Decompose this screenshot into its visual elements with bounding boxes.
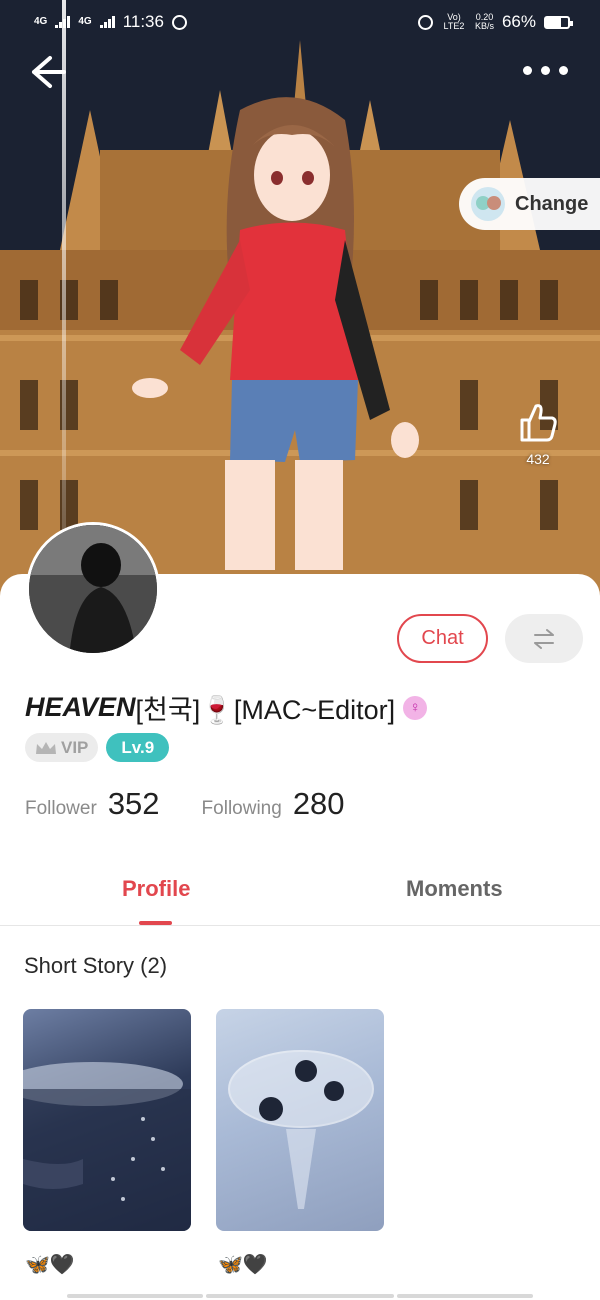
profile-background — [0, 0, 600, 610]
fountain-thumbnail — [23, 1062, 191, 1231]
whatsapp-icon — [171, 14, 187, 30]
name-primary: HEAVEN — [25, 692, 136, 722]
follower-label[interactable]: Follower — [25, 798, 97, 820]
change-background-button[interactable]: Change — [459, 178, 600, 230]
profile-name: HEAVEN [천국]🍷[MAC~Editor] ♀ — [25, 688, 428, 727]
more-options-icon[interactable] — [523, 66, 568, 75]
female-gender-icon: ♀ — [403, 695, 428, 720]
drink-glass-thumbnail — [228, 1050, 374, 1209]
swap-arrows-icon — [534, 628, 554, 649]
like-button[interactable]: 432 — [514, 400, 562, 467]
switch-button[interactable] — [505, 614, 583, 663]
battery-percent: 66% — [501, 12, 536, 31]
background-thumbnail-icon — [471, 187, 505, 221]
name-secondary: [천국]🍷[MAC~Editor] — [135, 695, 396, 725]
tab-moments[interactable]: Moments — [300, 862, 600, 925]
speed-unit: KB/s — [474, 21, 494, 31]
vip-label: VIP — [61, 737, 89, 757]
network-indicator-2: 4G — [78, 16, 92, 27]
short-story-card[interactable] — [216, 1009, 384, 1231]
following-count[interactable]: 280 — [293, 786, 345, 822]
story-caption: 🦋🖤 — [218, 1254, 268, 1276]
short-story-card[interactable] — [23, 1009, 191, 1231]
status-bar: 4G 4G 11:36 Vo) LTE2 0.20 KB/s 66% — [0, 0, 600, 44]
chat-button[interactable]: Chat — [397, 614, 488, 663]
badges-row: VIP Lv.9 — [25, 733, 170, 762]
clock: 11:36 — [122, 12, 164, 31]
signal-icon-2 — [99, 16, 115, 28]
like-count: 432 — [526, 451, 550, 467]
character-avatar[interactable] — [120, 90, 420, 570]
battery-icon — [544, 15, 573, 29]
thumbs-up-icon — [520, 404, 557, 442]
short-story-title: Short Story (2) — [24, 953, 168, 978]
scroll-indicator — [397, 1294, 533, 1298]
story-caption: 🦋🖤 — [25, 1254, 75, 1276]
network-speed: 0.20 KB/s — [475, 13, 494, 31]
vip-badge[interactable]: VIP — [25, 733, 99, 762]
follower-count[interactable]: 352 — [108, 786, 160, 822]
network-indicator-1: 4G — [34, 16, 48, 27]
scroll-indicator — [67, 1294, 203, 1298]
back-arrow-icon[interactable] — [28, 52, 68, 92]
profile-avatar[interactable] — [26, 522, 160, 656]
alarm-icon — [417, 14, 433, 30]
crown-icon — [36, 741, 56, 754]
follow-stats: Follower 352 Following 280 — [25, 786, 387, 822]
volte-indicator: Vo) LTE2 — [443, 12, 465, 31]
scroll-indicator — [206, 1294, 394, 1298]
change-button-label: Change — [515, 192, 589, 215]
signal-icon — [55, 16, 71, 28]
tab-profile[interactable]: Profile — [0, 862, 300, 925]
battery-fill — [546, 17, 561, 27]
level-badge[interactable]: Lv.9 — [106, 733, 170, 762]
profile-tabs: Profile Moments — [0, 862, 600, 926]
following-label[interactable]: Following — [202, 798, 282, 820]
